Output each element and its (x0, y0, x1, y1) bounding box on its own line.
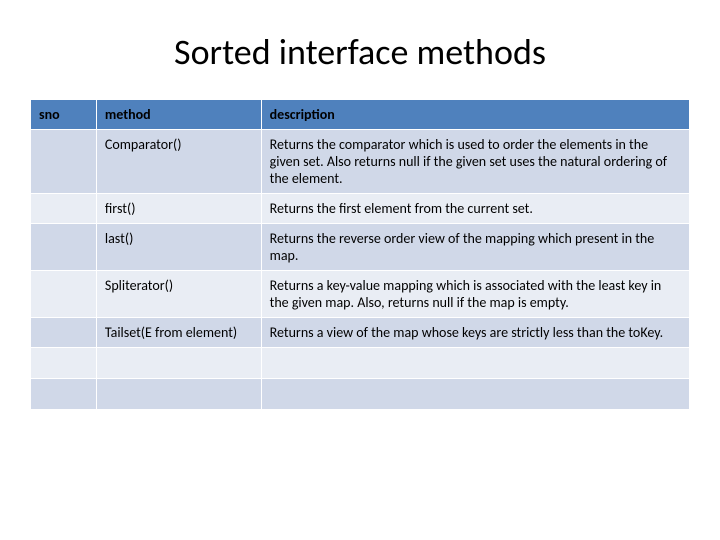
table-row (31, 379, 690, 410)
cell-description: Returns the first element from the curre… (261, 194, 689, 224)
cell-description (261, 379, 689, 410)
cell-description: Returns the comparator which is used to … (261, 130, 689, 194)
cell-sno (31, 130, 97, 194)
table-row: last() Returns the reverse order view of… (31, 224, 690, 271)
cell-description: Returns a key-value mapping which is ass… (261, 271, 689, 318)
page-title: Sorted interface methods (30, 30, 690, 74)
cell-sno (31, 318, 97, 348)
cell-sno (31, 271, 97, 318)
cell-method (96, 348, 261, 379)
table-row: Comparator() Returns the comparator whic… (31, 130, 690, 194)
table-row (31, 348, 690, 379)
cell-method: Spliterator() (96, 271, 261, 318)
header-sno: sno (31, 100, 97, 130)
cell-method: last() (96, 224, 261, 271)
cell-sno (31, 224, 97, 271)
table-row: first() Returns the first element from t… (31, 194, 690, 224)
cell-description: Returns the reverse order view of the ma… (261, 224, 689, 271)
cell-description: Returns a view of the map whose keys are… (261, 318, 689, 348)
cell-description (261, 348, 689, 379)
header-description: description (261, 100, 689, 130)
header-method: method (96, 100, 261, 130)
cell-method (96, 379, 261, 410)
cell-sno (31, 379, 97, 410)
methods-table: sno method description Comparator() Retu… (30, 99, 690, 410)
cell-method: Comparator() (96, 130, 261, 194)
table-row: Spliterator() Returns a key-value mappin… (31, 271, 690, 318)
cell-method: Tailset(E from element) (96, 318, 261, 348)
slide: Sorted interface methods sno method desc… (0, 0, 720, 430)
cell-sno (31, 348, 97, 379)
table-header-row: sno method description (31, 100, 690, 130)
cell-method: first() (96, 194, 261, 224)
table-row: Tailset(E from element) Returns a view o… (31, 318, 690, 348)
cell-sno (31, 194, 97, 224)
